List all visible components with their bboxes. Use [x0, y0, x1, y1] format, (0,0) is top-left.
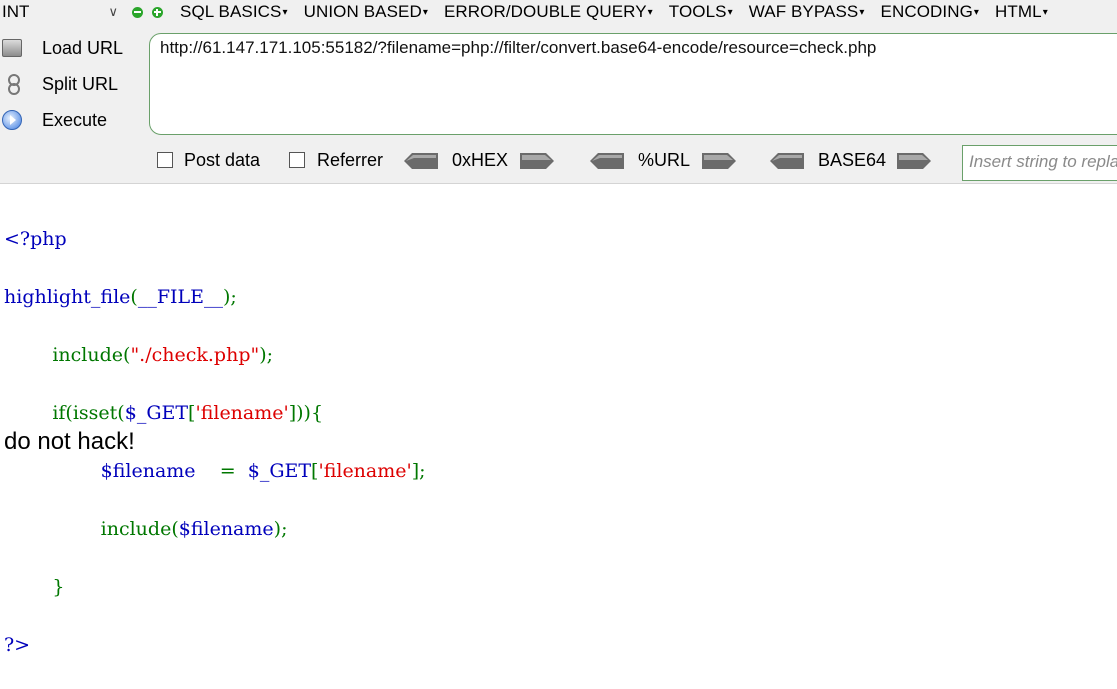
code-token: ); — [273, 518, 288, 540]
code-token: } — [52, 576, 65, 598]
code-line: $filename = $_GET['filename']; — [4, 457, 426, 486]
base64-encode-button[interactable] — [897, 153, 931, 169]
minus-icon — [131, 6, 143, 18]
arrow-left-icon — [590, 153, 624, 169]
execute-button[interactable]: Execute — [0, 102, 146, 138]
plus-icon — [151, 6, 163, 18]
code-token: include( — [100, 518, 179, 540]
code-token: "./check.php" — [130, 344, 260, 366]
code-line: include($filename); — [4, 515, 426, 544]
chevron-down-icon: ∨ — [108, 4, 118, 19]
php-open-tag: <?php — [4, 228, 67, 250]
hex-decode-button[interactable] — [404, 153, 438, 169]
caret-down-icon: ▾ — [647, 7, 653, 18]
split-url-label: Split URL — [42, 73, 119, 94]
menu-label: ERROR/DOUBLE QUERY — [443, 2, 647, 21]
scissors-icon — [0, 72, 24, 96]
menu-sql-basics[interactable]: SQL BASICS▾ — [180, 2, 288, 22]
menu-label: WAF BYPASS — [748, 2, 859, 21]
arrow-right-icon — [520, 153, 554, 169]
insert-string-input[interactable]: Insert string to replace — [962, 145, 1117, 181]
code-token: $filename — [178, 518, 274, 540]
menu-tools[interactable]: TOOLS▾ — [669, 2, 733, 22]
code-line: <?php — [4, 225, 426, 254]
menu-encoding[interactable]: ENCODING▾ — [881, 2, 980, 22]
url-enc-label: %URL — [638, 150, 691, 170]
execute-label: Execute — [42, 109, 108, 130]
hex-label: 0xHEX — [452, 150, 509, 170]
arrow-right-icon — [702, 153, 736, 169]
menu-waf-bypass[interactable]: WAF BYPASS▾ — [749, 2, 865, 22]
code-token: $_GET — [124, 402, 189, 424]
code-token: 'filename' — [318, 460, 412, 482]
options-row: Post data Referrer 0xHEX %URL BASE64 Ins… — [0, 144, 1117, 181]
menu-union-based[interactable]: UNION BASED▾ — [304, 2, 428, 22]
load-url-label: Load URL — [42, 37, 124, 58]
caret-down-icon: ▾ — [282, 7, 288, 18]
load-url-icon — [0, 36, 24, 60]
injection-type-value: INT — [2, 2, 30, 21]
caret-down-icon: ▾ — [859, 7, 865, 18]
injection-type-select[interactable]: INT ∨ — [0, 1, 124, 23]
menu-label: HTML — [995, 2, 1042, 21]
decrease-button[interactable] — [130, 1, 144, 23]
code-line: if(isset($_GET['filename'])){ — [4, 399, 426, 428]
menu-bar: INT ∨ SQL BASICS▾ UNION BASED▾ ERROR/DOU… — [0, 0, 1117, 24]
code-token: 'filename' — [195, 402, 289, 424]
code-line: ?> — [4, 631, 426, 660]
caret-down-icon: ▾ — [1042, 7, 1048, 18]
hackbar-toolbar: INT ∨ SQL BASICS▾ UNION BASED▾ ERROR/DOU… — [0, 0, 1117, 184]
code-token: ])){ — [288, 402, 324, 424]
play-icon — [0, 108, 24, 132]
load-url-button[interactable]: Load URL — [0, 30, 146, 66]
code-line: } — [4, 573, 426, 602]
code-line: highlight_file(__FILE__); — [4, 283, 426, 312]
code-token: if(isset( — [52, 402, 125, 424]
url-decode-button[interactable] — [590, 153, 624, 169]
code-token: = — [195, 460, 248, 482]
arrow-right-icon — [897, 153, 931, 169]
base64-label: BASE64 — [818, 150, 887, 170]
code-token: include — [52, 344, 124, 366]
caret-down-icon: ▾ — [973, 7, 980, 18]
menu-error-double-query[interactable]: ERROR/DOUBLE QUERY▾ — [444, 2, 653, 22]
code-token: __FILE__ — [137, 286, 224, 308]
increase-button[interactable] — [150, 1, 164, 23]
php-close-tag: ?> — [4, 634, 31, 656]
arrow-left-icon — [404, 153, 438, 169]
menu-label: UNION BASED — [303, 2, 422, 21]
post-data-label: Post data — [184, 150, 261, 170]
page-output-message: do not hack! — [4, 428, 135, 455]
base64-decode-button[interactable] — [770, 153, 804, 169]
post-data-checkbox[interactable] — [157, 152, 173, 168]
split-url-button[interactable]: Split URL — [0, 66, 146, 102]
menu-label: TOOLS — [668, 2, 727, 21]
code-token: highlight_file — [4, 286, 131, 308]
code-token: $_GET — [247, 460, 312, 482]
referrer-checkbox[interactable] — [289, 152, 305, 168]
url-input[interactable]: http://61.147.171.105:55182/?filename=ph… — [149, 33, 1117, 135]
arrow-left-icon — [770, 153, 804, 169]
menu-html[interactable]: HTML▾ — [995, 2, 1048, 22]
menu-label: SQL BASICS — [180, 2, 282, 21]
code-token: ); — [259, 344, 274, 366]
code-token: ); — [223, 286, 237, 308]
hex-encode-button[interactable] — [520, 153, 554, 169]
code-token: ]; — [411, 460, 426, 482]
code-token: ( — [130, 286, 138, 308]
caret-down-icon: ▾ — [422, 7, 428, 18]
caret-down-icon: ▾ — [727, 7, 733, 18]
code-token: $filename — [100, 460, 196, 482]
referrer-label: Referrer — [317, 150, 384, 170]
code-line: include("./check.php"); — [4, 341, 426, 370]
menu-label: ENCODING — [880, 2, 973, 21]
action-column: Load URL Split URL Execute — [0, 30, 146, 138]
url-encode-button[interactable] — [702, 153, 736, 169]
